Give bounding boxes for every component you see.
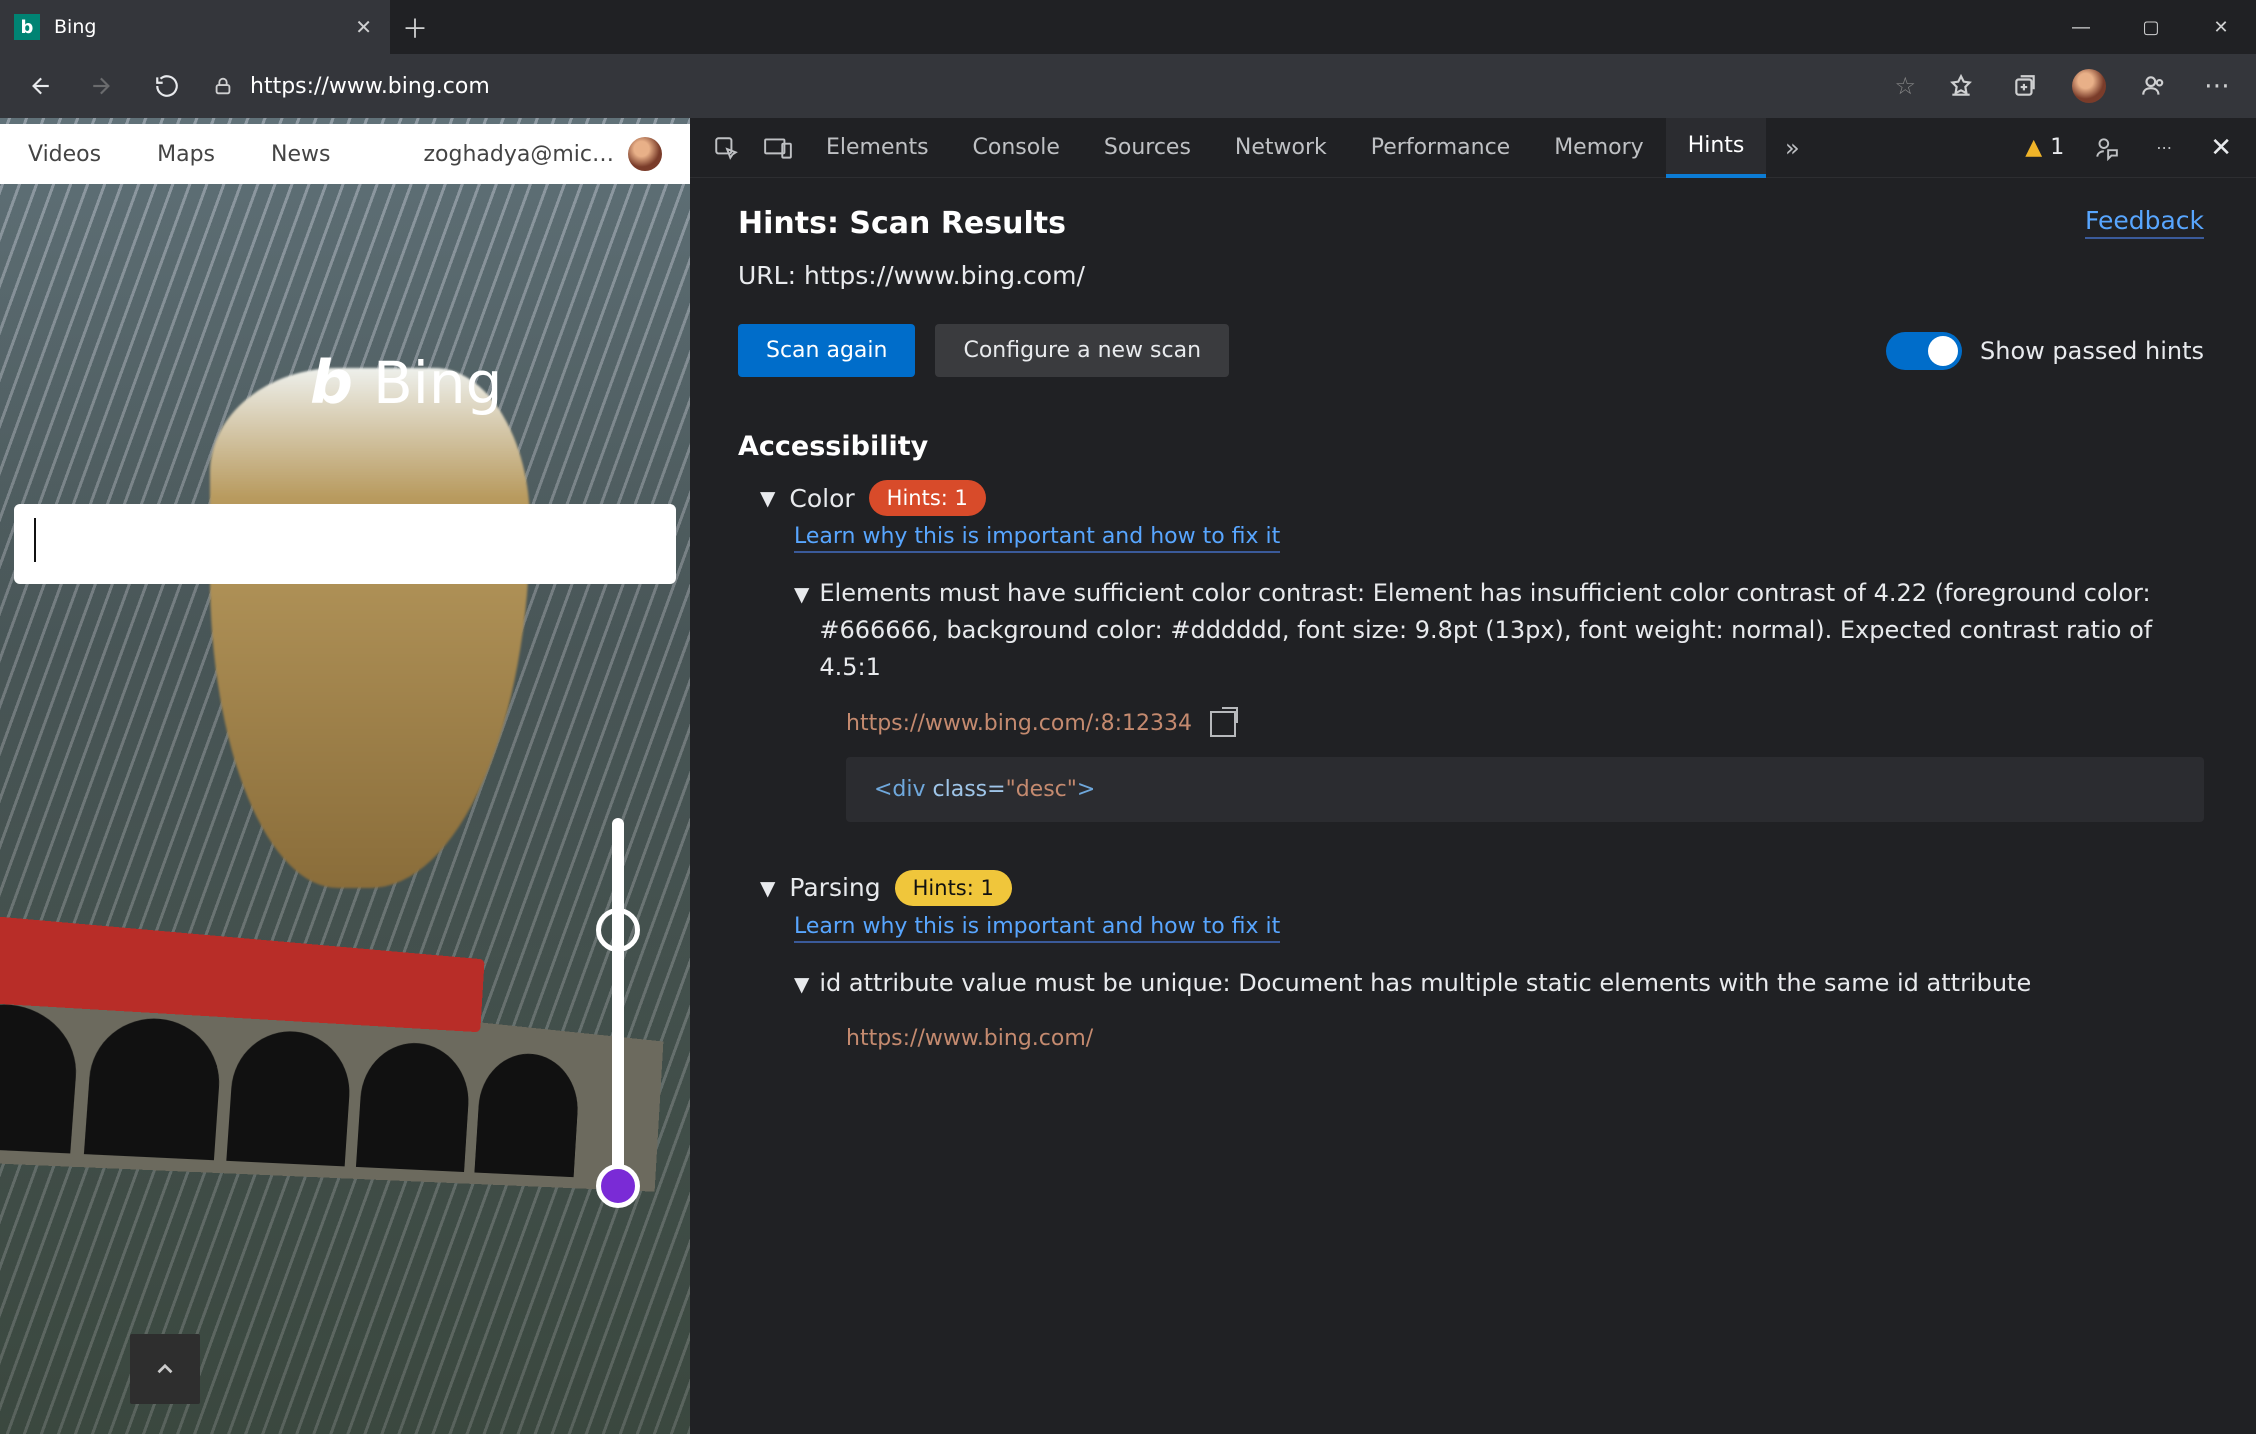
category-name: Parsing bbox=[789, 873, 880, 902]
collections-icon[interactable] bbox=[1996, 62, 2054, 110]
thermometer-widget[interactable] bbox=[600, 818, 636, 1208]
code-tag: <div bbox=[874, 777, 933, 802]
search-input[interactable] bbox=[14, 504, 676, 584]
code-attr: class= bbox=[933, 777, 1006, 802]
open-external-icon[interactable] bbox=[1210, 711, 1236, 737]
tab-performance[interactable]: Performance bbox=[1349, 118, 1532, 178]
url-value: https://www.bing.com/ bbox=[804, 261, 1085, 290]
nav-maps[interactable]: Maps bbox=[157, 142, 215, 167]
hints-panel-body[interactable]: Feedback Hints: Scan Results URL: https:… bbox=[690, 178, 2256, 1434]
disclosure-icon[interactable]: ▼ bbox=[794, 579, 809, 687]
tab-console[interactable]: Console bbox=[951, 118, 1082, 178]
panel-title: Hints: Scan Results bbox=[738, 206, 2204, 241]
category-color: ▼ Color Hints: 1 Learn why this is impor… bbox=[760, 480, 2204, 822]
bing-favicon: b bbox=[14, 14, 40, 40]
toggle-label: Show passed hints bbox=[1980, 337, 2204, 365]
lock-icon bbox=[212, 75, 234, 97]
browser-toolbar: https://www.bing.com ☆ ⋯ bbox=[0, 54, 2256, 118]
devtools-panel: Elements Console Sources Network Perform… bbox=[690, 118, 2256, 1434]
learn-link[interactable]: Learn why this is important and how to f… bbox=[794, 914, 1280, 943]
learn-link[interactable]: Learn why this is important and how to f… bbox=[794, 524, 1280, 553]
new-tab-button[interactable]: ＋ bbox=[390, 0, 440, 54]
maximize-icon[interactable]: ▢ bbox=[2116, 0, 2186, 54]
back-icon[interactable] bbox=[10, 62, 68, 110]
devtools-tabbar: Elements Console Sources Network Perform… bbox=[690, 118, 2256, 178]
tab-sources[interactable]: Sources bbox=[1082, 118, 1213, 178]
category-parsing: ▼ Parsing Hints: 1 Learn why this is imp… bbox=[760, 870, 2204, 1051]
bing-header: Videos Maps News zoghadya@mic… bbox=[0, 124, 690, 184]
warning-icon: ▲ bbox=[2025, 135, 2042, 160]
hints-badge: Hints: 1 bbox=[895, 870, 1012, 906]
user-email[interactable]: zoghadya@mic… bbox=[423, 142, 614, 167]
disclosure-icon[interactable]: ▼ bbox=[760, 876, 775, 900]
hints-badge: Hints: 1 bbox=[869, 480, 986, 516]
forward-icon[interactable] bbox=[74, 62, 132, 110]
bing-logo-text: Bing bbox=[373, 349, 502, 417]
category-name: Color bbox=[789, 484, 854, 513]
hint-item: ▼ id attribute value must be unique: Doc… bbox=[794, 965, 2204, 1051]
configure-scan-button[interactable]: Configure a new scan bbox=[935, 324, 1229, 377]
feedback-icon[interactable] bbox=[2080, 126, 2132, 170]
code-val: "desc" bbox=[1006, 777, 1077, 802]
titlebar: b Bing ✕ ＋ ― ▢ ✕ bbox=[0, 0, 2256, 54]
hint-source-link[interactable]: https://www.bing.com/ bbox=[846, 1026, 1093, 1051]
device-toggle-icon[interactable] bbox=[752, 126, 804, 170]
nav-news[interactable]: News bbox=[271, 142, 330, 167]
profile-avatar[interactable] bbox=[2060, 62, 2118, 110]
more-icon[interactable]: ⋯ bbox=[2188, 62, 2246, 110]
refresh-icon[interactable] bbox=[138, 62, 196, 110]
background-image bbox=[0, 908, 690, 1258]
close-tab-icon[interactable]: ✕ bbox=[355, 15, 372, 39]
code-tag: > bbox=[1077, 777, 1095, 802]
more-tabs-icon[interactable]: » bbox=[1766, 126, 1818, 170]
hint-item: ▼ Elements must have sufficient color co… bbox=[794, 575, 2204, 822]
tab-title: Bing bbox=[54, 16, 341, 38]
scan-url-row: URL: https://www.bing.com/ bbox=[738, 261, 2204, 290]
hint-detail: Elements must have sufficient color cont… bbox=[819, 575, 2204, 687]
close-window-icon[interactable]: ✕ bbox=[2186, 0, 2256, 54]
close-devtools-icon[interactable]: ✕ bbox=[2196, 133, 2246, 163]
minimize-icon[interactable]: ― bbox=[2046, 0, 2116, 54]
window-controls: ― ▢ ✕ bbox=[2046, 0, 2256, 54]
favorite-icon[interactable]: ☆ bbox=[1894, 72, 1916, 100]
feedback-link[interactable]: Feedback bbox=[2085, 206, 2204, 239]
bing-logo: b Bing bbox=[310, 348, 502, 418]
issues-badge[interactable]: ▲ 1 bbox=[2015, 135, 2074, 160]
url-label: URL: bbox=[738, 261, 804, 290]
address-bar[interactable]: https://www.bing.com ☆ bbox=[202, 62, 1926, 110]
user-avatar[interactable] bbox=[628, 137, 662, 171]
webpage-viewport: Videos Maps News zoghadya@mic… b Bing bbox=[0, 118, 690, 1434]
disclosure-icon[interactable]: ▼ bbox=[794, 969, 809, 1002]
hint-detail: id attribute value must be unique: Docum… bbox=[819, 965, 2031, 1002]
tab-memory[interactable]: Memory bbox=[1532, 118, 1665, 178]
disclosure-icon[interactable]: ▼ bbox=[760, 486, 775, 510]
tab-elements[interactable]: Elements bbox=[804, 118, 951, 178]
section-accessibility: Accessibility bbox=[738, 431, 2204, 462]
hint-source-link[interactable]: https://www.bing.com/:8:12334 bbox=[846, 711, 1192, 736]
settings-icon[interactable]: ⋯ bbox=[2138, 126, 2190, 170]
tab-network[interactable]: Network bbox=[1213, 118, 1349, 178]
url-text: https://www.bing.com bbox=[250, 74, 490, 99]
favorites-icon[interactable] bbox=[1932, 62, 1990, 110]
inspect-icon[interactable] bbox=[700, 126, 752, 170]
issues-count: 1 bbox=[2050, 135, 2064, 160]
browser-tab[interactable]: b Bing ✕ bbox=[0, 0, 390, 54]
scan-again-button[interactable]: Scan again bbox=[738, 324, 915, 377]
show-passed-toggle[interactable] bbox=[1886, 332, 1962, 370]
nav-videos[interactable]: Videos bbox=[28, 142, 101, 167]
identity-icon[interactable] bbox=[2124, 62, 2182, 110]
scroll-top-button[interactable] bbox=[130, 1334, 200, 1404]
code-snippet: <div class="desc"> bbox=[846, 757, 2204, 822]
tab-hints[interactable]: Hints bbox=[1666, 118, 1767, 178]
